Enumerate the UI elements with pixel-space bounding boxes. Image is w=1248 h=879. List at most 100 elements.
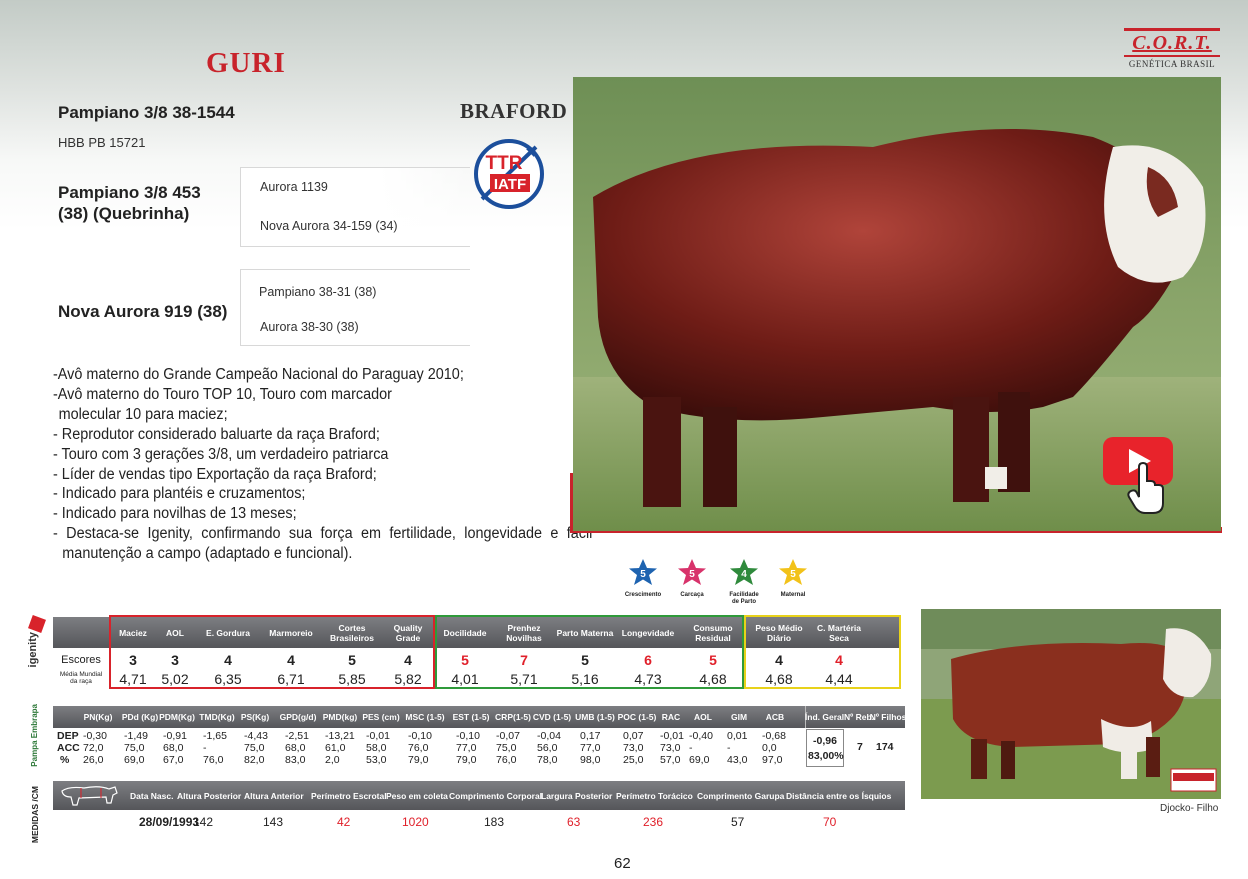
dep-col-header: PES (cm) bbox=[362, 712, 400, 722]
dep-col-header: UMB (1-5) bbox=[575, 712, 615, 722]
dep-row-label: DEP bbox=[57, 730, 79, 742]
dep-cell: 72,0 bbox=[83, 742, 104, 754]
dep-cell: 76,0 bbox=[408, 742, 429, 754]
measure-col-header: Data Nasc. bbox=[130, 790, 174, 801]
ttr-iatf-badge: TTR IATF bbox=[474, 139, 544, 209]
pedigree-dam-parents: Pampiano 38-31 (38) Aurora 38-30 (38) bbox=[240, 269, 470, 346]
measure-value: 42 bbox=[337, 815, 351, 829]
star-icon: 5 bbox=[779, 559, 807, 585]
measures-side-label: MEDIDAS /CM bbox=[30, 786, 40, 844]
dep-col-header: AOL bbox=[694, 712, 712, 722]
dep-cell: -1,65 bbox=[203, 730, 227, 742]
dep-col-header: MSC (1-5) bbox=[405, 712, 445, 722]
star-icon: 5 bbox=[629, 559, 657, 585]
dep-cell: 83,0 bbox=[285, 754, 306, 766]
play-video-button[interactable] bbox=[1103, 437, 1173, 519]
note-line: - Destaca-se Igenity, confirmando sua fo… bbox=[53, 525, 593, 563]
measures-header: Data Nasc. Altura Posterior Altura Anter… bbox=[53, 781, 905, 810]
igenity-logo-icon bbox=[28, 615, 46, 633]
dep-cell: -0,04 bbox=[537, 730, 561, 742]
dep-cell: -13,21 bbox=[325, 730, 355, 742]
page-title: GURI bbox=[206, 47, 286, 79]
dep-cell: 0,01 bbox=[727, 730, 748, 742]
dep-cell: 98,0 bbox=[580, 754, 601, 766]
dep-col-header: ACB bbox=[765, 712, 785, 722]
measure-value: 183 bbox=[484, 815, 505, 829]
dep-cell: 67,0 bbox=[163, 754, 184, 766]
badge-top-text: TTR bbox=[486, 153, 523, 174]
ind-geral-percent: 83,00% bbox=[808, 750, 844, 762]
sire-name: Pampiano 3/8 38-1544 bbox=[58, 103, 235, 122]
dep-cell: 73,0 bbox=[660, 742, 681, 754]
cort-logo: C.O.R.T. GENÉTICA BRASIL bbox=[1124, 28, 1220, 69]
dep-cell: 79,0 bbox=[408, 754, 429, 766]
dep-cell: 73,0 bbox=[623, 742, 644, 754]
note-line: - Indicado para plantéis e cruzamentos; bbox=[53, 485, 306, 503]
dep-cell: 68,0 bbox=[285, 742, 306, 754]
dep-col-header: PN(Kg) bbox=[83, 712, 113, 722]
dep-cell: 2,0 bbox=[325, 754, 340, 766]
dep-col-header: PS(Kg) bbox=[240, 712, 270, 722]
dep-cell: - bbox=[203, 742, 207, 754]
star-label: Crescimento bbox=[624, 592, 662, 598]
dep-cell: -0,68 bbox=[762, 730, 786, 742]
igenity-frame-efficiency bbox=[744, 615, 901, 689]
dep-row-label: % bbox=[60, 754, 70, 766]
dep-col-header: PDd (Kg) bbox=[121, 712, 159, 722]
dep-cell: -0,40 bbox=[689, 730, 713, 742]
registration-number: HBB PB 15721 bbox=[58, 135, 146, 150]
badge-bottom-text: IATF bbox=[494, 176, 526, 193]
svg-text:5: 5 bbox=[689, 569, 695, 580]
dep-cell: 0,0 bbox=[762, 742, 777, 754]
dep-cell: 75,0 bbox=[496, 742, 517, 754]
photo-caption: Djocko- Filho bbox=[1160, 803, 1219, 814]
dep-col-header: CRP(1-5) bbox=[495, 712, 531, 722]
igenity-frame-fertility bbox=[435, 615, 744, 689]
offspring-photo bbox=[921, 609, 1221, 799]
note-line: - Líder de vendas tipo Exportação da raç… bbox=[53, 465, 377, 483]
dep-cell: 75,0 bbox=[244, 742, 265, 754]
breed-label: BRAFORD bbox=[460, 99, 568, 123]
star-calving-ease: 4 Facilidade de Parto bbox=[721, 558, 767, 606]
dep-cell: 0,17 bbox=[580, 730, 601, 742]
pedigree-dam-name: Nova Aurora 919 (38) bbox=[58, 302, 228, 321]
dep-cell: 61,0 bbox=[325, 742, 346, 754]
ind-geral-value: -0,96 bbox=[813, 735, 837, 747]
measure-col-header: Perímetro Torácico bbox=[616, 790, 693, 801]
bull-outline-icon bbox=[61, 786, 118, 806]
igenity-row-label-average: Média Mundial da raça bbox=[59, 671, 103, 685]
pedigree-sire-line1: Aurora 1139 bbox=[260, 180, 328, 194]
star-label: Facilidade de Parto bbox=[729, 592, 759, 605]
dep-cell: -0,10 bbox=[408, 730, 432, 742]
measure-value: 1020 bbox=[402, 815, 429, 829]
dep-cell: -0,07 bbox=[496, 730, 520, 742]
dep-col-header: Índ. Geral bbox=[805, 706, 844, 728]
dep-cell: 77,0 bbox=[580, 742, 601, 754]
page-number: 62 bbox=[614, 855, 631, 872]
dep-cell: -0,10 bbox=[456, 730, 480, 742]
svg-text:4: 4 bbox=[741, 569, 747, 580]
star-icon: 4 bbox=[730, 559, 758, 585]
pedigree-sire-parents: Aurora 1139 Nova Aurora 34-159 (34) bbox=[240, 167, 470, 247]
measure-value: 236 bbox=[643, 815, 664, 829]
dep-cell: 76,0 bbox=[496, 754, 517, 766]
rating-stars: 5 Crescimento 5 Carcaça 4 Facilidade de … bbox=[620, 558, 820, 605]
dep-cell: 78,0 bbox=[537, 754, 558, 766]
dep-cell: -4,43 bbox=[244, 730, 268, 742]
dep-cell: -0,91 bbox=[163, 730, 187, 742]
measure-col-header: Peso em coleta bbox=[386, 790, 448, 801]
dep-cell: -2,51 bbox=[285, 730, 309, 742]
pedigree-dam-line1: Pampiano 38-31 (38) bbox=[259, 285, 377, 299]
measure-col-header: Altura Anterior bbox=[244, 790, 304, 801]
dep-cell: 26,0 bbox=[83, 754, 104, 766]
note-line: molecular 10 para maciez; bbox=[58, 405, 228, 423]
note-line: - Touro com 3 gerações 3/8, um verdadeir… bbox=[53, 445, 389, 463]
dep-cell: 79,0 bbox=[456, 754, 477, 766]
dep-cell: 69,0 bbox=[124, 754, 145, 766]
dep-cell: 76,0 bbox=[203, 754, 224, 766]
dep-row-label: ACC bbox=[57, 742, 80, 754]
dep-cell: -0,01 bbox=[366, 730, 390, 742]
n-reb-value: 7 bbox=[857, 741, 863, 753]
star-growth: 5 Crescimento bbox=[620, 558, 666, 599]
note-line: - Indicado para novilhas de 13 meses; bbox=[53, 505, 297, 523]
